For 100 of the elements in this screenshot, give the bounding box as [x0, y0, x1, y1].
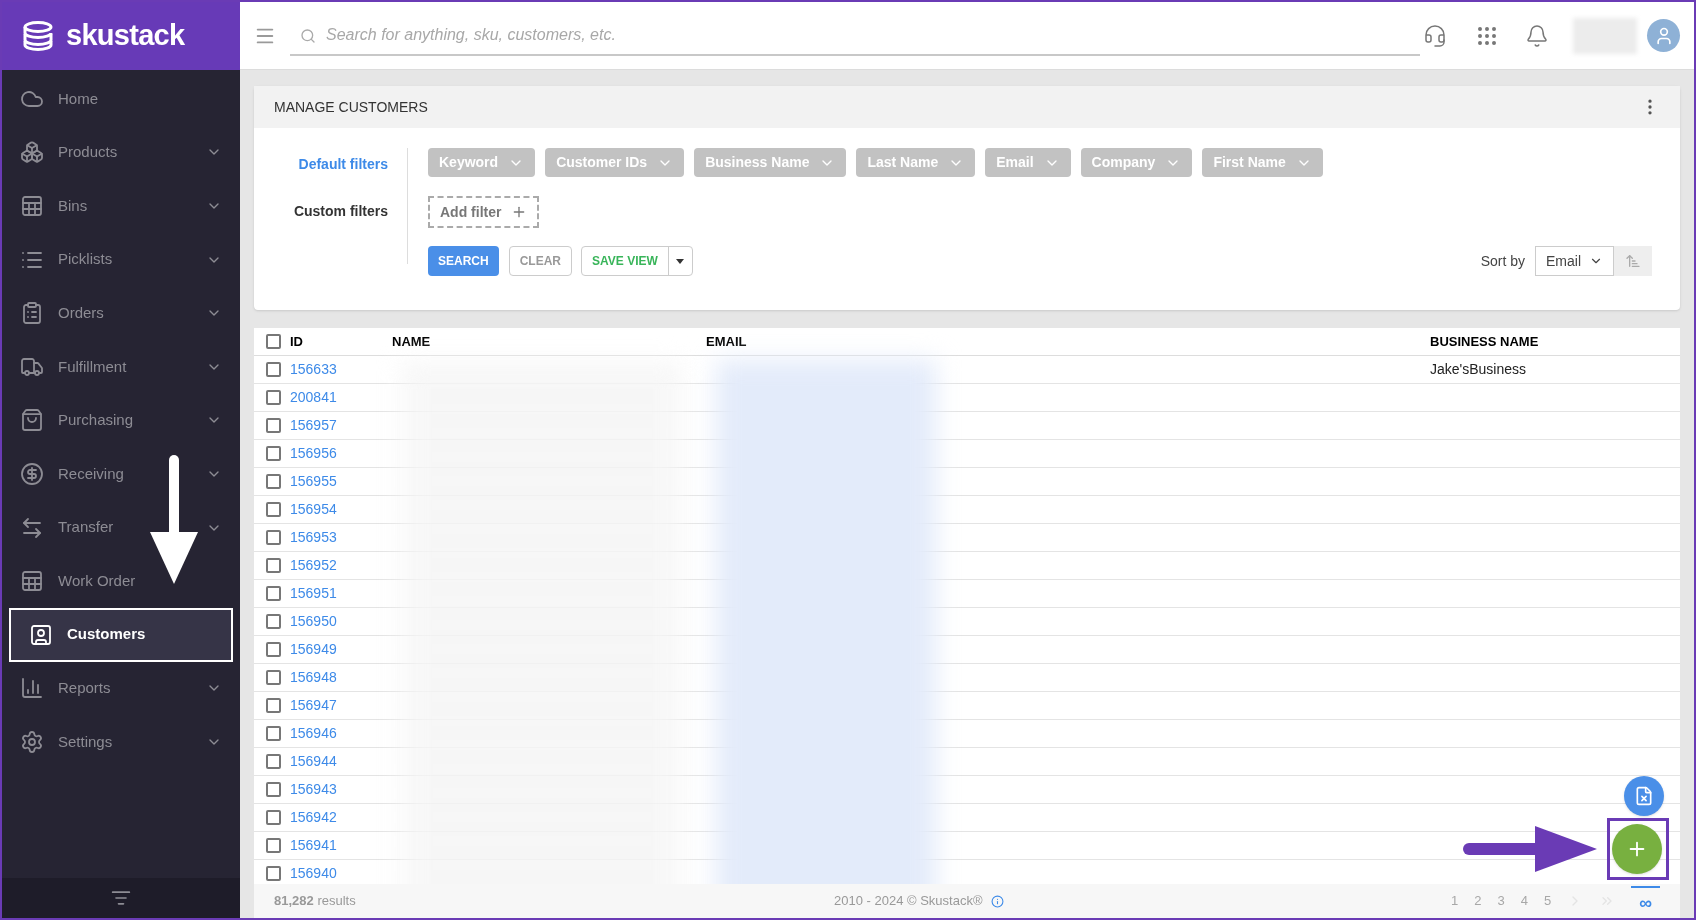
customer-id-link[interactable]: 156946: [290, 723, 392, 744]
row-checkbox[interactable]: [266, 754, 281, 769]
customer-id-link[interactable]: 156950: [290, 611, 392, 632]
page-link[interactable]: 2: [1474, 891, 1482, 911]
sidebar-item[interactable]: Home: [2, 72, 240, 126]
row-checkbox[interactable]: [266, 810, 281, 825]
sidebar-label: Home: [58, 88, 99, 109]
customer-id-link[interactable]: 200841: [290, 387, 392, 408]
brand-name[interactable]: skustack: [66, 14, 185, 58]
customer-id-link[interactable]: 156955: [290, 471, 392, 492]
copyright-text: 2010 - 2024 © Skustack®: [834, 892, 983, 911]
sidebar-item[interactable]: Work Order: [2, 554, 240, 608]
bag-icon: [20, 408, 44, 433]
default-filters-label[interactable]: Default filters: [298, 154, 388, 175]
column-header[interactable]: BUSINESS NAME: [1430, 331, 1539, 352]
page-link[interactable]: 1: [1451, 891, 1459, 911]
row-checkbox[interactable]: [266, 586, 281, 601]
sidebar-item[interactable]: Settings: [2, 715, 240, 769]
customer-id-link[interactable]: 156944: [290, 751, 392, 772]
page-link[interactable]: ∞: [1631, 885, 1660, 917]
row-checkbox[interactable]: [266, 474, 281, 489]
column-header[interactable]: NAME: [392, 331, 706, 352]
page-link[interactable]: 4: [1520, 891, 1528, 911]
sidebar-item[interactable]: Fulfillment: [2, 339, 240, 394]
sort-ascending-icon: [1625, 253, 1641, 269]
excel-file-icon: [1634, 786, 1654, 806]
sidebar-item[interactable]: Orders: [2, 286, 240, 340]
sidebar-item[interactable]: Picklists: [2, 232, 240, 287]
highlight-box: [1607, 818, 1669, 880]
customer-id-link[interactable]: 156953: [290, 527, 392, 548]
gear-icon: [20, 729, 44, 754]
info-icon[interactable]: [990, 894, 1004, 908]
row-checkbox[interactable]: [266, 642, 281, 657]
customer-id-link[interactable]: 156951: [290, 583, 392, 604]
customer-id-link[interactable]: 156941: [290, 835, 392, 856]
custom-filters-label: Custom filters: [293, 202, 388, 221]
row-checkbox[interactable]: [266, 726, 281, 741]
sidebar-label: Settings: [58, 731, 114, 752]
boxes-icon: [20, 140, 44, 165]
sidebar-item[interactable]: Bins: [2, 179, 240, 233]
row-checkbox[interactable]: [266, 866, 281, 881]
customer-id-link[interactable]: 156952: [290, 555, 392, 576]
page-link[interactable]: 3: [1497, 891, 1505, 911]
sidebar-item[interactable]: Transfer: [2, 500, 240, 555]
sidebar-label: Purchasing: [58, 410, 135, 431]
column-header[interactable]: EMAIL: [706, 331, 1430, 352]
sort-select[interactable]: Email: [1535, 246, 1614, 276]
customer-id-link[interactable]: 156948: [290, 667, 392, 688]
row-checkbox[interactable]: [266, 390, 281, 405]
row-checkbox[interactable]: [266, 838, 281, 853]
plus-icon: [511, 204, 527, 220]
save-view-button[interactable]: SAVE VIEW: [582, 247, 668, 275]
collapse-icon[interactable]: [111, 888, 131, 908]
bell-icon[interactable]: [1525, 23, 1549, 48]
clear-button[interactable]: CLEAR: [508, 246, 572, 276]
add-filter-button[interactable]: Add filter: [428, 196, 539, 228]
caret-icon: [676, 258, 685, 264]
row-checkbox[interactable]: [266, 530, 281, 545]
row-checkbox[interactable]: [266, 782, 281, 797]
sidebar-item[interactable]: Reports: [2, 661, 240, 716]
column-header[interactable]: ID: [290, 331, 392, 352]
row-checkbox[interactable]: [266, 698, 281, 713]
search-input[interactable]: Search for anything, sku, customers, etc.: [290, 15, 1420, 54]
search-button[interactable]: SEARCH: [428, 246, 499, 276]
row-checkbox[interactable]: [266, 502, 281, 517]
headset-icon[interactable]: [1423, 23, 1447, 48]
sidebar-label: Orders: [58, 302, 105, 323]
sidebar-label: Picklists: [58, 249, 114, 270]
row-checkbox[interactable]: [266, 446, 281, 461]
customer-id-link[interactable]: 156943: [290, 779, 392, 800]
row-checkbox[interactable]: [266, 670, 281, 685]
sidebar-item[interactable]: Receiving: [2, 447, 240, 501]
select-all-checkbox[interactable]: [266, 334, 281, 349]
business-name-cell-text: Jake'sBusiness: [1430, 360, 1527, 379]
card-title: MANAGE CUSTOMERS: [274, 97, 428, 117]
bar-chart-icon: [20, 676, 44, 701]
sidebar-label: Transfer: [58, 517, 115, 538]
sidebar-item[interactable]: Customers: [9, 607, 233, 662]
sidebar-item[interactable]: Products: [2, 125, 240, 180]
customer-id-link[interactable]: 156942: [290, 807, 392, 828]
customer-id-link[interactable]: 156633: [290, 359, 392, 380]
customer-id-link[interactable]: 156957: [290, 415, 392, 436]
search-icon: [300, 27, 316, 44]
customer-id-link[interactable]: 156956: [290, 443, 392, 464]
customer-id-link[interactable]: 156940: [290, 863, 392, 884]
customer-id-link[interactable]: 156949: [290, 639, 392, 660]
export-excel-button[interactable]: [1624, 776, 1664, 816]
row-checkbox[interactable]: [266, 362, 281, 377]
row-checkbox[interactable]: [266, 418, 281, 433]
row-checkbox[interactable]: [266, 614, 281, 629]
row-checkbox[interactable]: [266, 558, 281, 573]
page-link[interactable]: 5: [1543, 891, 1552, 911]
add-customer-button[interactable]: [1612, 824, 1662, 874]
customer-id-link[interactable]: 156947: [290, 695, 392, 716]
sidebar-label: Fulfillment: [58, 356, 128, 377]
clipboard-icon: [20, 301, 44, 326]
sidebar-item[interactable]: Purchasing: [2, 393, 240, 448]
sidebar-label: Receiving: [58, 463, 125, 484]
customer-id-link[interactable]: 156954: [290, 499, 392, 520]
logo-icon: [22, 21, 54, 51]
